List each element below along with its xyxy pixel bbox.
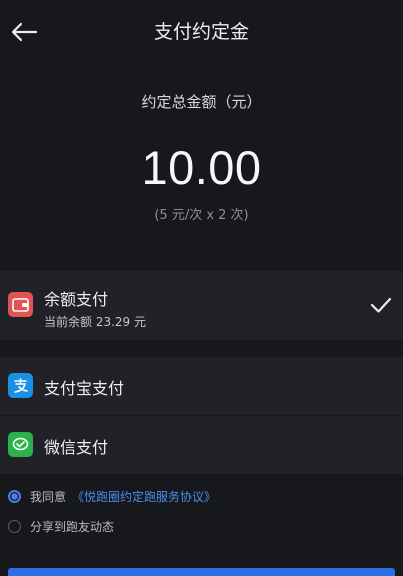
checkmark-icon: [370, 297, 392, 313]
pay-button[interactable]: [8, 568, 395, 576]
amount-detail: (5 元/次 x 2 次): [154, 208, 249, 223]
amount-value: 10.00: [141, 141, 262, 194]
current-balance: 当前余额 23.29 元: [44, 315, 146, 329]
agreement-link[interactable]: 《悦跑圈约定跑服务协议》: [72, 488, 216, 505]
agreement-prefix: 我同意: [30, 489, 67, 504]
agreement-checkbox[interactable]: 我同意 《悦跑圈约定跑服务协议》: [8, 486, 216, 506]
radio-checked-icon: [8, 489, 21, 503]
payment-option-label: 微信支付: [44, 438, 109, 457]
wallet-icon: [8, 292, 33, 317]
amount-label: 约定总金额（元）: [141, 93, 262, 111]
share-checkbox[interactable]: 分享到跑友动态: [8, 516, 114, 536]
payment-option-label: 余额支付: [44, 290, 109, 309]
payment-option-alipay[interactable]: 支付宝支付: [0, 357, 403, 415]
payment-option-balance[interactable]: 余额支付 当前余额 23.29 元: [0, 271, 403, 340]
share-label: 分享到跑友动态: [30, 519, 115, 534]
radio-unchecked-icon: [8, 519, 21, 533]
alipay-icon: [8, 373, 33, 398]
header: 支付约定金: [0, 0, 403, 64]
payment-option-wechat[interactable]: 微信支付: [0, 416, 403, 474]
payment-page: 支付约定金 约定总金额（元） 10.00 (5 元/次 x 2 次) 余额支付 …: [0, 0, 403, 576]
page-title: 支付约定金: [153, 21, 249, 43]
wechat-pay-icon: [8, 432, 33, 457]
payment-option-label: 支付宝支付: [44, 379, 125, 398]
